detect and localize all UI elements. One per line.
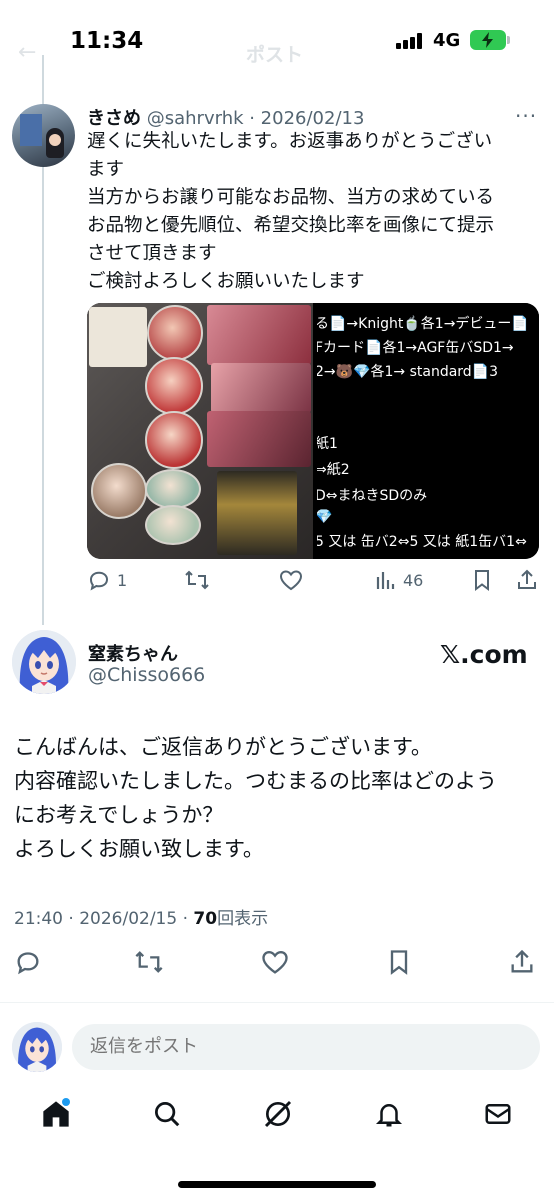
- home-indicator[interactable]: [178, 1181, 376, 1188]
- author-name[interactable]: きさめ: [87, 108, 141, 129]
- image-text-line: 5 又は 缶バ2⇔5 又は 紙1缶バ1⇔: [317, 534, 527, 550]
- image-text-line: 2→🐻💎各1→ standard📄3: [317, 364, 499, 380]
- repost-icon: [135, 951, 163, 973]
- views-button[interactable]: 46: [375, 568, 423, 592]
- tweet-media[interactable]: る📄→Knight🍵各1→デビュー📄 Fカード📄各1→AGF缶バSD1→ 2→🐻…: [87, 303, 539, 559]
- share-icon: [518, 569, 536, 589]
- network-type: 4G: [433, 30, 461, 51]
- view-count: 46: [403, 570, 424, 590]
- author-handle[interactable]: @Chisso666: [88, 664, 205, 686]
- bookmark-icon: [390, 950, 408, 975]
- more-options-icon[interactable]: ···: [515, 104, 537, 128]
- share-button[interactable]: [508, 948, 536, 976]
- like-button[interactable]: [260, 948, 290, 976]
- tab-notifications[interactable]: [369, 1094, 409, 1134]
- tweet-line: 遅くに失礼いたします。お返事ありがとうござい: [87, 131, 493, 152]
- author-meta[interactable]: @sahrvrhk · 2026/02/13: [147, 108, 365, 129]
- repost-button[interactable]: [184, 568, 210, 592]
- repost-icon: [185, 570, 209, 590]
- divider: [0, 1002, 554, 1003]
- image-text-line: 💎: [317, 509, 333, 525]
- view-count: 70: [193, 909, 218, 929]
- x-logo-watermark: 𝕏.com: [440, 640, 528, 669]
- views-label: 回表示: [217, 909, 269, 929]
- status-time: 11:34: [70, 28, 144, 54]
- image-text-line: Fカード📄各1→AGF缶バSD1→: [317, 340, 514, 356]
- reply-icon: [17, 952, 39, 975]
- tweet-actions: [0, 948, 554, 982]
- tab-search[interactable]: [147, 1094, 187, 1134]
- image-text-line: 紙1: [317, 436, 338, 452]
- battery-charging-icon: [470, 30, 510, 50]
- tweet-timestamp-views: 21:40 · 2026/02/15 · 70回表示: [14, 904, 268, 929]
- my-avatar[interactable]: [12, 1022, 62, 1072]
- notification-dot: [62, 1098, 70, 1106]
- avatar[interactable]: [12, 630, 76, 694]
- repost-button[interactable]: [134, 948, 164, 976]
- tweet-line: させて頂きます: [87, 243, 217, 264]
- tweet-line: 当方からお譲り可能なお品物、当方の求めている: [87, 187, 495, 208]
- bell-icon: [375, 1104, 403, 1127]
- author-name[interactable]: 窒素ちゃん: [88, 640, 178, 666]
- reply-button[interactable]: 1: [87, 568, 127, 592]
- reply-button[interactable]: [14, 948, 42, 976]
- trade-terms-image[interactable]: る📄→Knight🍵各1→デビュー📄 Fカード📄各1→AGF缶バSD1→ 2→🐻…: [317, 303, 539, 559]
- timestamp: 21:40 · 2026/02/15 ·: [14, 909, 194, 929]
- image-text-line: る📄→Knight🍵各1→デビュー📄: [317, 316, 529, 332]
- cellular-signal-icon: [396, 33, 426, 49]
- tweet-line: にお考えでしょうか？: [14, 803, 224, 827]
- avatar[interactable]: [12, 104, 75, 167]
- reply-icon: [89, 571, 109, 591]
- tweet-line: お品物と優先順位、希望交換比率を画像にて提示: [87, 215, 495, 236]
- share-button[interactable]: [515, 568, 539, 592]
- heart-icon: [262, 951, 288, 974]
- tab-messages[interactable]: [478, 1094, 518, 1134]
- image-text-line: D⇔まねきSDのみ: [317, 488, 428, 504]
- tweet-text: こんばんは、ご返信ありがとうございます。 内容確認いたしました。つむまるの比率は…: [14, 730, 544, 866]
- status-bar: ← ポスト 11:34 4G: [0, 0, 554, 80]
- grok-icon: [264, 1100, 292, 1128]
- like-button[interactable]: [278, 568, 304, 592]
- back-arrow-icon[interactable]: ←: [18, 40, 36, 65]
- heart-icon: [279, 570, 303, 591]
- tweet-text: 遅くに失礼いたします。お返事ありがとうござい ます 当方からお譲り可能なお品物、…: [87, 128, 527, 296]
- tweet-line: ご検討よろしくお願いいたします: [87, 271, 365, 292]
- tweet-line: ます: [87, 159, 125, 180]
- tweet-line: よろしくお願い致します。: [14, 837, 264, 861]
- reply-input[interactable]: [72, 1024, 540, 1070]
- bookmark-button[interactable]: [386, 948, 412, 976]
- share-icon: [511, 949, 533, 973]
- mail-icon: [485, 1104, 511, 1124]
- tweet-header: きさめ @sahrvrhk · 2026/02/13: [87, 104, 364, 130]
- bookmark-button[interactable]: [471, 568, 493, 592]
- bottom-tab-bar: [0, 1094, 554, 1144]
- tweet-actions: 1 46: [87, 568, 539, 598]
- tab-home[interactable]: [36, 1094, 76, 1134]
- tab-grok[interactable]: [258, 1094, 298, 1134]
- page-title: ポスト: [246, 44, 304, 66]
- search-icon: [155, 1102, 180, 1127]
- reply-count: 1: [117, 570, 128, 590]
- tweet-line: 内容確認いたしました。つむまるの比率はどのよう: [14, 769, 497, 793]
- image-text-line: ⇒紙2: [317, 462, 350, 478]
- analytics-icon: [376, 572, 395, 589]
- bookmark-icon: [475, 570, 489, 591]
- tweet-line: こんばんは、ご返信ありがとうございます。: [14, 735, 432, 759]
- merch-photo[interactable]: [87, 303, 313, 559]
